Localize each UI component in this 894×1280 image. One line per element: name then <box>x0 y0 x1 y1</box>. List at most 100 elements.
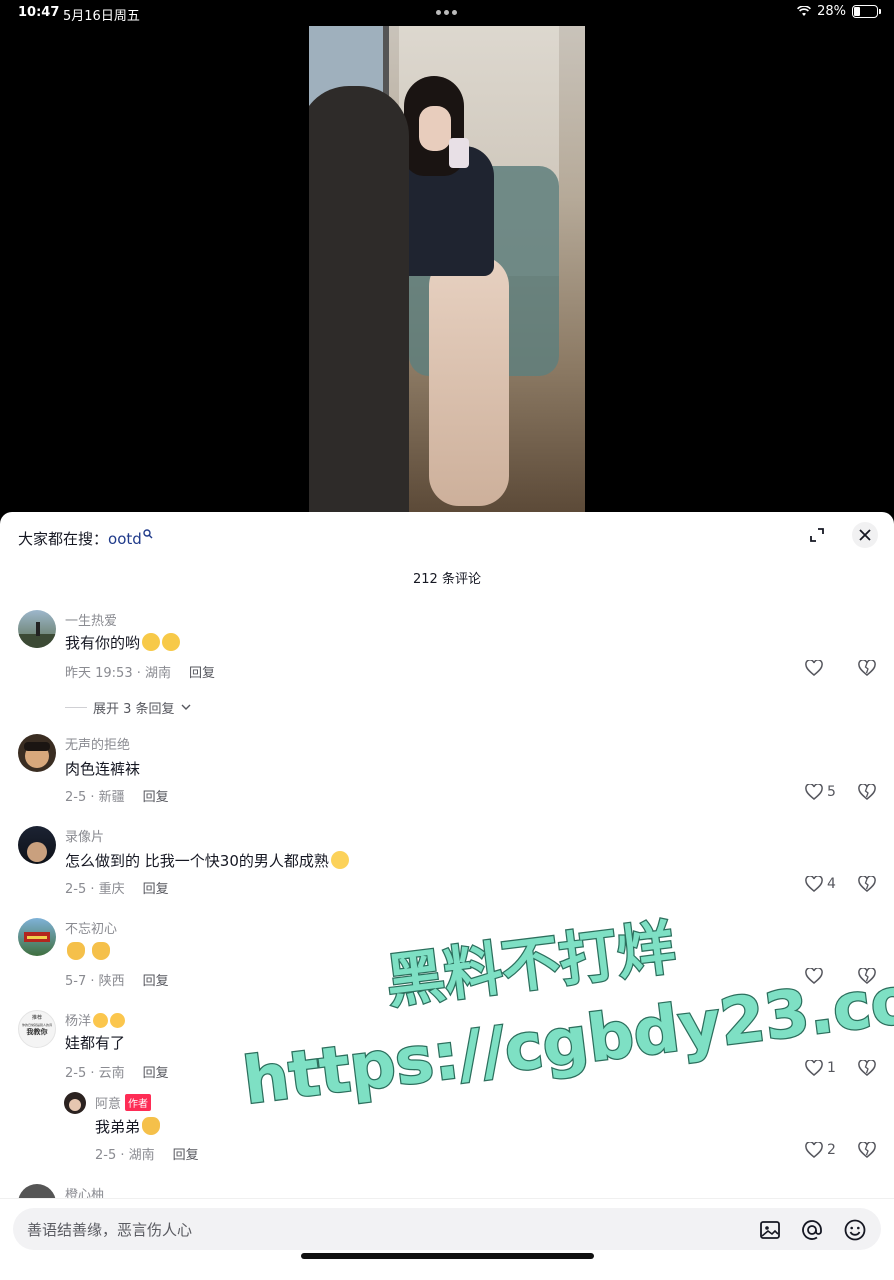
expand-replies-button[interactable]: 展开 3 条回复 <box>65 698 191 717</box>
comment-username[interactable]: 一生热爱 <box>65 610 117 629</box>
comment-text: 娃都有了 <box>65 1034 126 1052</box>
multitasking-dots-icon[interactable] <box>436 10 457 15</box>
avatar[interactable] <box>18 826 56 864</box>
reply-button[interactable]: 回复 <box>143 974 169 989</box>
broken-heart-icon[interactable] <box>858 968 876 984</box>
mention-icon[interactable] <box>800 1218 824 1242</box>
broken-heart-icon[interactable] <box>858 660 876 676</box>
reply-button[interactable]: 回复 <box>143 790 169 805</box>
comment-username[interactable]: 杨洋 <box>65 1010 126 1029</box>
broken-heart-icon[interactable] <box>858 1142 876 1158</box>
comment-meta-text: 5-7 · 陕西 <box>65 974 125 989</box>
expand-replies-label: 展开 3 条回复 <box>93 702 175 717</box>
home-indicator[interactable] <box>301 1253 594 1259</box>
heart-icon <box>805 660 823 676</box>
comment-username[interactable]: 阿意 作者 <box>95 1093 152 1112</box>
praying-hands-emoji-icon <box>91 942 110 960</box>
comment-text: 我弟弟 <box>95 1116 161 1137</box>
like-button[interactable]: 4 <box>805 876 836 892</box>
comment-meta-text: 昨天 19:53 · 湖南 <box>65 666 171 681</box>
video-player[interactable] <box>309 26 585 512</box>
like-button[interactable]: 1 <box>805 1060 836 1076</box>
chevron-down-icon <box>181 704 191 710</box>
praying-hands-emoji-icon <box>67 942 85 960</box>
reply-button[interactable]: 回复 <box>143 1066 169 1081</box>
avatar[interactable] <box>18 610 56 648</box>
fullscreen-icon[interactable] <box>805 523 829 547</box>
broken-heart-icon[interactable] <box>858 1060 876 1076</box>
like-count: 4 <box>827 876 836 892</box>
comment-input-bar: 善语结善缘，恶言伤人心 <box>0 1198 894 1280</box>
close-icon[interactable] <box>852 522 878 548</box>
like-count: 1 <box>827 1060 836 1076</box>
heart-icon <box>805 968 823 984</box>
like-button[interactable] <box>805 660 827 676</box>
avatar[interactable]: 推荐 你的日常就是别人的诗 我教你 <box>18 1010 56 1048</box>
thinking-emoji-icon <box>162 633 181 651</box>
status-bar: 10:47 5月16日周五 28% <box>0 0 894 26</box>
comment-input[interactable]: 善语结善缘，恶言伤人心 <box>13 1208 881 1250</box>
search-suggestion[interactable]: 大家都在搜：ootd <box>18 528 153 549</box>
reply-button[interactable]: 回复 <box>143 882 169 897</box>
input-placeholder: 善语结善缘，恶言伤人心 <box>27 1221 193 1239</box>
broken-heart-icon[interactable] <box>858 876 876 892</box>
avatar-text: 推荐 <box>31 1015 42 1021</box>
avatar[interactable] <box>18 734 56 772</box>
status-right: 28% <box>797 4 881 19</box>
comment-text-content: 怎么做到的 比我一个快30的男人都成熟 <box>65 852 329 870</box>
reply-button[interactable]: 回复 <box>173 1148 199 1163</box>
image-icon[interactable] <box>758 1218 782 1242</box>
kissing-emoji-icon <box>110 1013 126 1028</box>
praying-hands-emoji-icon <box>142 1117 161 1135</box>
username-text: 阿意 <box>95 1097 122 1112</box>
battery-icon <box>852 5 881 18</box>
comment-meta: 5-7 · 陕西 回复 <box>65 970 169 989</box>
heart-icon <box>805 1142 823 1158</box>
battery-percent: 28% <box>817 4 846 19</box>
avatar[interactable] <box>18 918 56 956</box>
thinking-emoji-icon <box>142 633 161 651</box>
broken-heart-icon[interactable] <box>858 784 876 800</box>
comment-text-content: 我弟弟 <box>95 1118 141 1136</box>
like-count: 2 <box>827 1142 836 1158</box>
comment-text: 肉色连裤袜 <box>65 760 141 778</box>
comment-meta-text: 2-5 · 新疆 <box>65 790 125 805</box>
search-term[interactable]: ootd <box>108 530 142 548</box>
comment-count: 212 条评论 <box>413 572 481 587</box>
wifi-icon <box>797 6 812 16</box>
avatar[interactable] <box>64 1092 86 1114</box>
status-time: 10:47 <box>18 5 60 20</box>
comment-meta-text: 2-5 · 重庆 <box>65 882 125 897</box>
search-icon <box>143 529 153 539</box>
comment-username[interactable]: 不忘初心 <box>65 918 117 937</box>
comment-username[interactable]: 录像片 <box>65 826 104 845</box>
comment-meta-text: 2-5 · 云南 <box>65 1066 125 1081</box>
avatar-text: 我教你 <box>26 1028 48 1036</box>
comment-text <box>65 942 110 961</box>
comment-username[interactable]: 无声的拒绝 <box>65 734 130 753</box>
comment-text: 我有你的哟 <box>65 632 181 653</box>
search-prefix: 大家都在搜： <box>18 530 109 548</box>
kissing-emoji-icon <box>93 1013 109 1028</box>
comment-meta: 2-5 · 新疆 回复 <box>65 786 169 805</box>
heart-icon <box>805 1060 823 1076</box>
like-button[interactable] <box>805 968 827 984</box>
comment-meta: 2-5 · 重庆 回复 <box>65 878 169 897</box>
emoji-icon[interactable] <box>843 1218 867 1242</box>
comment-meta-text: 2-5 · 湖南 <box>95 1148 155 1163</box>
comment-meta: 2-5 · 云南 回复 <box>65 1062 169 1081</box>
comment-text: 怎么做到的 比我一个快30的男人都成熟 <box>65 850 349 871</box>
heart-icon <box>805 784 823 800</box>
author-badge: 作者 <box>125 1094 152 1111</box>
like-button[interactable]: 2 <box>805 1142 836 1158</box>
comment-meta: 昨天 19:53 · 湖南 回复 <box>65 662 215 681</box>
heart-icon <box>805 876 823 892</box>
comment-text-content: 我有你的哟 <box>65 634 141 652</box>
reply-button[interactable]: 回复 <box>189 666 215 681</box>
username-text: 杨洋 <box>65 1014 92 1029</box>
pleading-emoji-icon <box>330 851 349 869</box>
like-count: 5 <box>827 784 836 800</box>
comment-meta: 2-5 · 湖南 回复 <box>95 1144 199 1163</box>
comments-sheet: 大家都在搜：ootd 212 条评论 一生热爱 我有你的哟 昨天 19:53 ·… <box>0 512 894 1280</box>
like-button[interactable]: 5 <box>805 784 836 800</box>
